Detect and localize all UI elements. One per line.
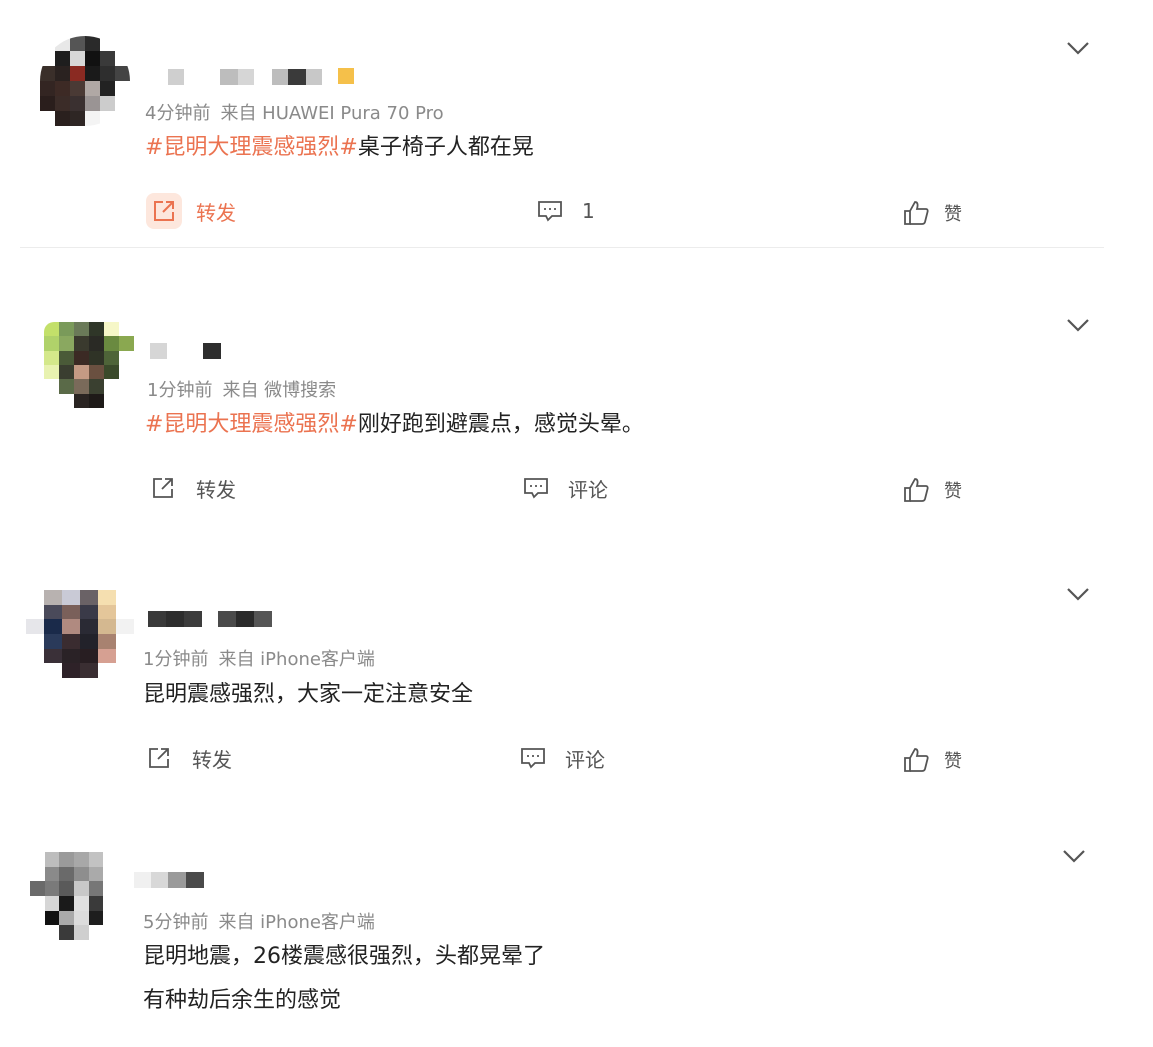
forward-button[interactable]: 转发 [142,740,232,776]
post-text-line-2: 有种劫后余生的感觉 [143,988,342,1013]
forward-label: 转发 [196,477,236,502]
like-label: 赞 [944,204,962,225]
post-source: 来自 iPhone客户端 [218,912,375,933]
post-divider [20,247,1104,248]
post-meta: 1分钟前 来自 微博搜索 [147,376,336,402]
post-actions: 转发 1 赞 [0,193,1153,233]
post-source: 来自 iPhone客户端 [218,649,375,670]
username-pixelated[interactable] [150,342,221,360]
like-icon [898,195,934,231]
comment-label: 评论 [565,747,605,772]
comment-icon [515,740,551,776]
chevron-down-icon[interactable] [1064,584,1092,604]
chevron-down-icon[interactable] [1064,38,1092,58]
forward-icon [146,193,182,229]
topic-link[interactable]: #昆明大理震感强烈# [145,412,358,437]
post-content: 昆明地震，26楼震感很强烈，头都晃晕了 有种劫后余生的感觉 [143,935,545,1023]
like-button[interactable]: 赞 [898,742,962,778]
forward-label: 转发 [196,200,236,225]
avatar[interactable] [44,322,134,408]
post-text: 昆明震感强烈，大家一定注意安全 [143,682,474,707]
post-actions: 转发 评论 赞 [0,740,1153,780]
post-actions: 转发 评论 赞 [0,470,1153,510]
chevron-down-icon[interactable] [1064,315,1092,335]
like-label: 赞 [944,751,962,772]
topic-link[interactable]: #昆明大理震感强烈# [145,135,358,160]
comment-label: 评论 [568,477,608,502]
like-button[interactable]: 赞 [898,472,962,508]
forward-icon [146,470,182,506]
post-meta: 5分钟前 来自 iPhone客户端 [143,908,375,934]
like-icon [898,472,934,508]
post-text: 桌子椅子人都在晃 [357,135,534,160]
forward-button[interactable]: 转发 [146,193,236,229]
post-text-line-1: 昆明地震，26楼震感很强烈，头都晃晕了 [143,944,545,969]
post-time: 4分钟前 [145,103,211,124]
post-meta: 1分钟前 来自 iPhone客户端 [143,645,375,671]
like-label: 赞 [944,481,962,502]
post-content: #昆明大理震感强烈#刚好跑到避震点，感觉头晕。 [145,403,644,447]
comment-button[interactable]: 评论 [515,740,605,776]
like-icon [898,742,934,778]
username-pixelated[interactable] [168,68,354,86]
forward-button[interactable]: 转发 [146,470,236,506]
comment-icon [518,470,554,506]
comment-button[interactable]: 评论 [518,470,608,506]
post-source: 来自 微博搜索 [222,380,337,401]
avatar[interactable] [40,36,130,126]
post-text: 刚好跑到避震点，感觉头晕。 [357,412,644,437]
post-source: 来自 HUAWEI Pura 70 Pro [220,103,444,124]
comment-icon [532,193,568,229]
like-button[interactable]: 赞 [898,195,962,231]
username-pixelated[interactable] [148,610,272,628]
comment-count: 1 [582,199,595,223]
weibo-feed: 4分钟前 来自 HUAWEI Pura 70 Pro #昆明大理震感强烈#桌子椅子… [0,0,1153,1047]
post-content: 昆明震感强烈，大家一定注意安全 [143,673,473,717]
post-time: 1分钟前 [143,649,209,670]
forward-icon [142,740,178,776]
comment-button[interactable]: 1 [532,193,595,229]
post-meta: 4分钟前 来自 HUAWEI Pura 70 Pro [145,99,444,125]
chevron-down-icon[interactable] [1060,846,1088,866]
forward-label: 转发 [192,747,232,772]
avatar[interactable] [26,590,134,678]
post-time: 1分钟前 [147,380,213,401]
username-pixelated[interactable] [134,871,204,889]
avatar[interactable] [30,852,118,940]
post-time: 5分钟前 [143,912,209,933]
post-content: #昆明大理震感强烈#桌子椅子人都在晃 [145,126,534,170]
